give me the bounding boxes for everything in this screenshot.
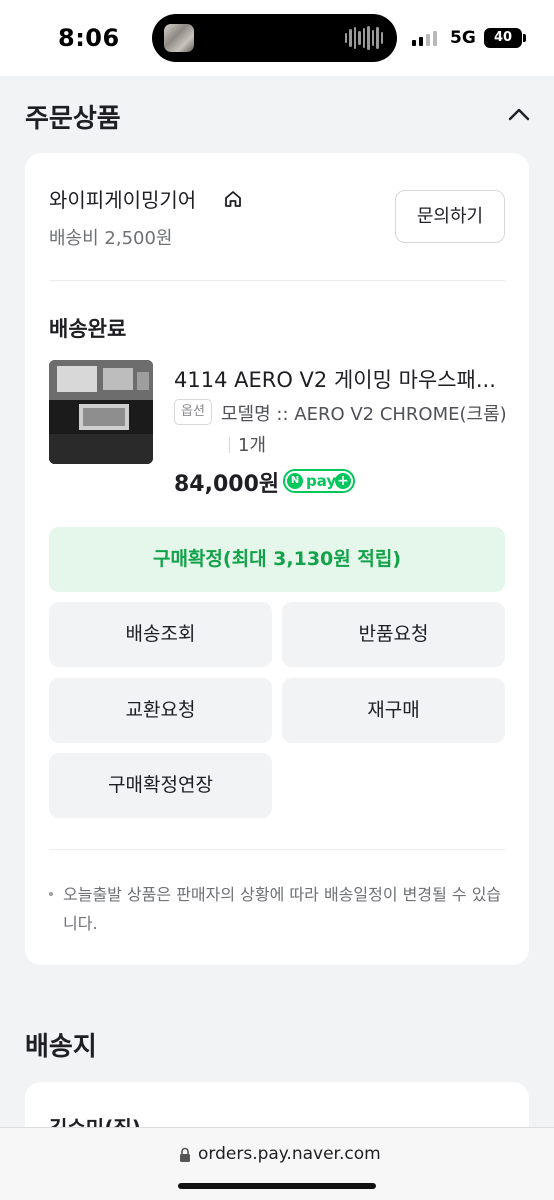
waveform-icon xyxy=(344,26,383,50)
option-text: 모델명 :: AERO V2 CHROME(크롬)1개 xyxy=(221,399,511,461)
divider xyxy=(49,280,505,281)
signal-icon xyxy=(412,30,437,46)
return-request-button[interactable]: 반품요청 xyxy=(282,602,505,667)
npay-plus-badge: N pay + xyxy=(283,469,355,493)
lock-icon xyxy=(180,1147,190,1162)
battery-cap xyxy=(523,34,526,42)
inquiry-button[interactable]: 문의하기 xyxy=(395,190,505,243)
plus-icon: + xyxy=(335,473,351,489)
product-price: 84,000원 xyxy=(174,472,280,497)
status-time: 8:06 xyxy=(58,24,120,52)
chevron-up-icon[interactable] xyxy=(507,104,531,124)
product-image[interactable] xyxy=(49,360,153,464)
home-indicator[interactable] xyxy=(178,1183,376,1189)
order-detail-page: 8:06 5G 40 주문상품 와이피게이밍기어 배송비 2,500원 문의하기… xyxy=(0,0,554,1200)
battery-icon: 40 xyxy=(484,28,522,48)
bullet-icon xyxy=(49,892,53,896)
notice-text: 오늘출발 상품은 판매자의 상황에 따라 배송일정이 변경될 수 있습니다. xyxy=(63,885,502,933)
option-badge: 옵션 xyxy=(174,399,212,425)
order-section-title: 주문상품 xyxy=(25,104,121,134)
status-bar: 8:06 5G 40 xyxy=(0,0,554,76)
divider xyxy=(49,849,505,850)
delivery-status: 배송완료 xyxy=(49,317,127,341)
rebuy-button[interactable]: 재구매 xyxy=(282,678,505,743)
purchase-confirm-button[interactable]: 구매확정(최대 3,130원 적립) xyxy=(49,527,505,592)
track-delivery-button[interactable]: 배송조회 xyxy=(49,602,272,667)
npay-logo-icon: N xyxy=(287,473,303,489)
seller-name[interactable]: 와이피게이밍기어 xyxy=(49,184,196,213)
exchange-request-button[interactable]: 교환요청 xyxy=(49,678,272,743)
shipping-fee: 배송비 2,500원 xyxy=(49,228,173,249)
product-name[interactable]: 4114 AERO V2 게이밍 마우스패... xyxy=(174,364,504,394)
option-value: 모델명 :: AERO V2 CHROME(크롬) xyxy=(221,404,507,425)
network-label: 5G xyxy=(450,28,476,48)
order-card: 와이피게이밍기어 배송비 2,500원 문의하기 배송완료 4114 AERO … xyxy=(25,153,529,965)
npay-label: pay xyxy=(306,472,337,490)
dynamic-island[interactable] xyxy=(152,14,397,62)
quantity: 1개 xyxy=(238,435,267,456)
option-separator xyxy=(229,437,230,453)
now-playing-thumbnail xyxy=(164,24,194,52)
address-section-title: 배송지 xyxy=(25,1032,97,1062)
extend-confirm-button[interactable]: 구매확정연장 xyxy=(49,753,272,818)
home-icon[interactable] xyxy=(223,189,243,209)
browser-address-bar[interactable]: orders.pay.naver.com xyxy=(0,1127,554,1200)
shipping-notice: 오늘출발 상품은 판매자의 상황에 따라 배송일정이 변경될 수 있습니다. xyxy=(49,880,509,938)
url-text[interactable]: orders.pay.naver.com xyxy=(198,1144,381,1164)
